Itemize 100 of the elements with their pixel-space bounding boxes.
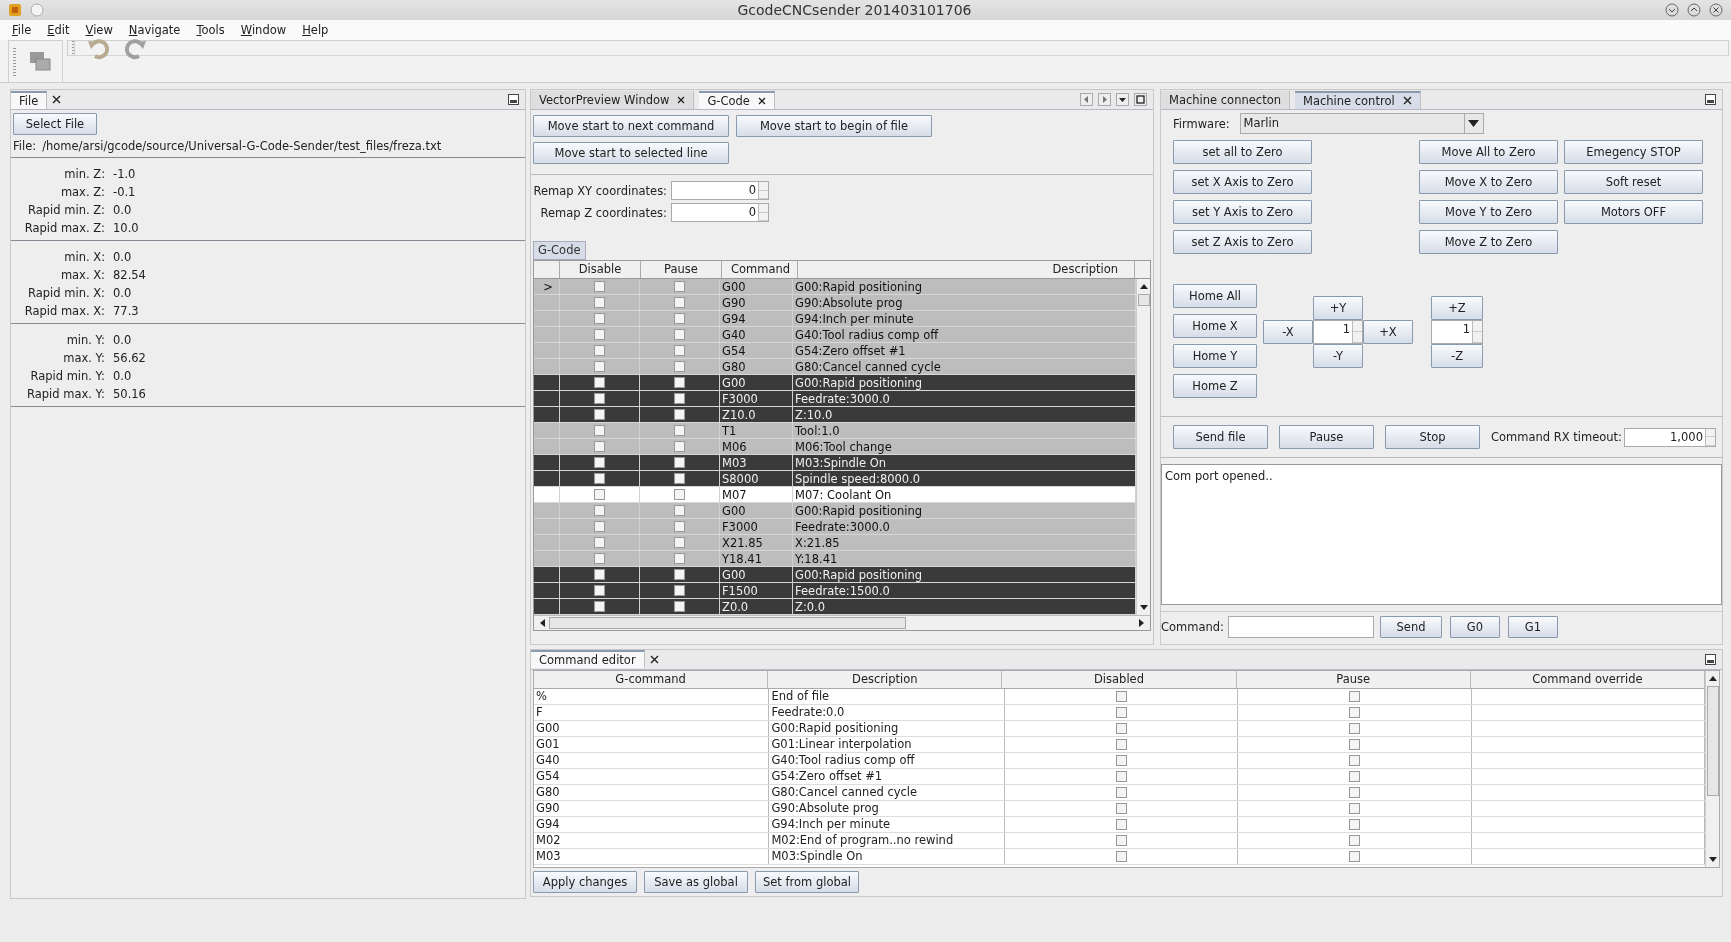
- checkbox[interactable]: [1115, 770, 1127, 782]
- checkbox[interactable]: [1348, 834, 1360, 846]
- redo-icon[interactable]: [123, 36, 147, 60]
- checkbox[interactable]: [674, 393, 685, 404]
- minimize-icon[interactable]: [1665, 3, 1679, 17]
- panel-tab[interactable]: G-Code: [699, 90, 775, 109]
- checkbox[interactable]: [674, 553, 685, 564]
- checkbox[interactable]: [594, 345, 605, 356]
- jog-button[interactable]: +Y: [1313, 296, 1363, 320]
- minimize-icon[interactable]: [508, 94, 519, 105]
- checkbox[interactable]: [1115, 786, 1127, 798]
- scroll-thumb[interactable]: [1706, 685, 1719, 796]
- machine-button[interactable]: Motors OFF: [1564, 200, 1703, 224]
- editor-button[interactable]: Apply changes: [533, 871, 637, 893]
- pin-icon[interactable]: [30, 3, 44, 17]
- checkbox[interactable]: [594, 393, 605, 404]
- checkbox[interactable]: [1348, 786, 1360, 798]
- checkbox[interactable]: [1348, 770, 1360, 782]
- checkbox[interactable]: [674, 313, 685, 324]
- checkbox[interactable]: [594, 297, 605, 308]
- scroll-thumb[interactable]: [549, 617, 906, 629]
- move-start-button[interactable]: Move start to next command: [533, 115, 729, 137]
- jog-button[interactable]: +X: [1363, 320, 1413, 344]
- spinner-field[interactable]: 0: [671, 181, 769, 200]
- checkbox[interactable]: [674, 489, 685, 500]
- scroll-left-icon[interactable]: [538, 618, 546, 628]
- checkbox[interactable]: [594, 473, 605, 484]
- maximize-icon[interactable]: [1687, 3, 1701, 17]
- checkbox[interactable]: [674, 345, 685, 356]
- column-header[interactable]: Pause: [1236, 670, 1471, 688]
- checkbox[interactable]: [1348, 738, 1360, 750]
- send-control-button[interactable]: Send file: [1173, 425, 1268, 449]
- checkbox[interactable]: [674, 521, 685, 532]
- machine-button[interactable]: Emegency STOP: [1564, 140, 1703, 164]
- checkbox[interactable]: [594, 553, 605, 564]
- checkbox[interactable]: [1348, 850, 1360, 862]
- scroll-right-icon[interactable]: [1138, 618, 1146, 628]
- minimize-icon[interactable]: [1705, 94, 1716, 105]
- move-to-zero-button[interactable]: Move Y to Zero: [1419, 200, 1558, 224]
- scroll-up-icon[interactable]: [1138, 282, 1149, 290]
- checkbox[interactable]: [594, 361, 605, 372]
- select-file-button[interactable]: Select File: [13, 113, 97, 135]
- column-header[interactable]: G-command: [534, 670, 769, 688]
- close-icon[interactable]: [677, 95, 686, 104]
- send-control-button[interactable]: Stop: [1385, 425, 1480, 449]
- checkbox[interactable]: [1115, 850, 1127, 862]
- panel-tab[interactable]: Machine control: [1294, 90, 1421, 109]
- checkbox[interactable]: [674, 569, 685, 580]
- checkbox[interactable]: [674, 457, 685, 468]
- panel-tab[interactable]: Machine connecton: [1161, 90, 1290, 109]
- checkbox[interactable]: [594, 537, 605, 548]
- checkbox[interactable]: [594, 601, 605, 612]
- home-button[interactable]: Home All: [1173, 284, 1257, 308]
- checkbox[interactable]: [1348, 802, 1360, 814]
- checkbox[interactable]: [594, 441, 605, 452]
- checkbox[interactable]: [1348, 706, 1360, 718]
- table-tab[interactable]: G-Code: [533, 241, 586, 260]
- checkbox[interactable]: [674, 505, 685, 516]
- menu-item[interactable]: Edit: [47, 23, 70, 37]
- scrollbar[interactable]: [1136, 279, 1150, 615]
- step-field[interactable]: 1: [1313, 320, 1363, 344]
- checkbox[interactable]: [594, 313, 605, 324]
- send-control-button[interactable]: Pause: [1279, 425, 1374, 449]
- set-zero-button[interactable]: set X Axis to Zero: [1173, 170, 1312, 194]
- checkbox[interactable]: [1115, 690, 1127, 702]
- menu-item[interactable]: Window: [240, 23, 287, 37]
- firmware-dropdown[interactable]: Marlin: [1239, 113, 1484, 134]
- editor-button[interactable]: Set from global: [755, 871, 859, 893]
- checkbox[interactable]: [594, 377, 605, 388]
- checkbox[interactable]: [674, 537, 685, 548]
- checkbox[interactable]: [674, 377, 685, 388]
- checkbox[interactable]: [674, 361, 685, 372]
- checkbox[interactable]: [674, 473, 685, 484]
- close-icon[interactable]: [1709, 3, 1723, 17]
- checkbox[interactable]: [1348, 722, 1360, 734]
- checkbox[interactable]: [674, 441, 685, 452]
- checkbox[interactable]: [674, 601, 685, 612]
- panel-tab[interactable]: VectorPreview Window: [531, 90, 695, 109]
- checkbox[interactable]: [674, 297, 685, 308]
- panel-tab[interactable]: File: [11, 90, 48, 109]
- checkbox[interactable]: [594, 505, 605, 516]
- computers-icon[interactable]: [28, 49, 52, 74]
- command-button[interactable]: G0: [1450, 616, 1500, 638]
- move-to-zero-button[interactable]: Move Z to Zero: [1419, 230, 1558, 254]
- checkbox[interactable]: [594, 425, 605, 436]
- checkbox[interactable]: [674, 329, 685, 340]
- menu-item[interactable]: Navigate: [128, 23, 181, 37]
- move-to-zero-button[interactable]: Move X to Zero: [1419, 170, 1558, 194]
- scroll-thumb[interactable]: [1137, 294, 1150, 306]
- checkbox[interactable]: [1115, 754, 1127, 766]
- scrollbar[interactable]: [1705, 670, 1719, 867]
- checkbox[interactable]: [1115, 722, 1127, 734]
- checkbox[interactable]: [1348, 818, 1360, 830]
- move-start-button[interactable]: Move start to begin of file: [736, 115, 932, 137]
- home-button[interactable]: Home X: [1173, 314, 1257, 338]
- panel-tab[interactable]: Command editor: [531, 650, 645, 669]
- checkbox[interactable]: [594, 489, 605, 500]
- checkbox[interactable]: [594, 585, 605, 596]
- home-button[interactable]: Home Z: [1173, 374, 1257, 398]
- menu-item[interactable]: Tools: [196, 23, 225, 37]
